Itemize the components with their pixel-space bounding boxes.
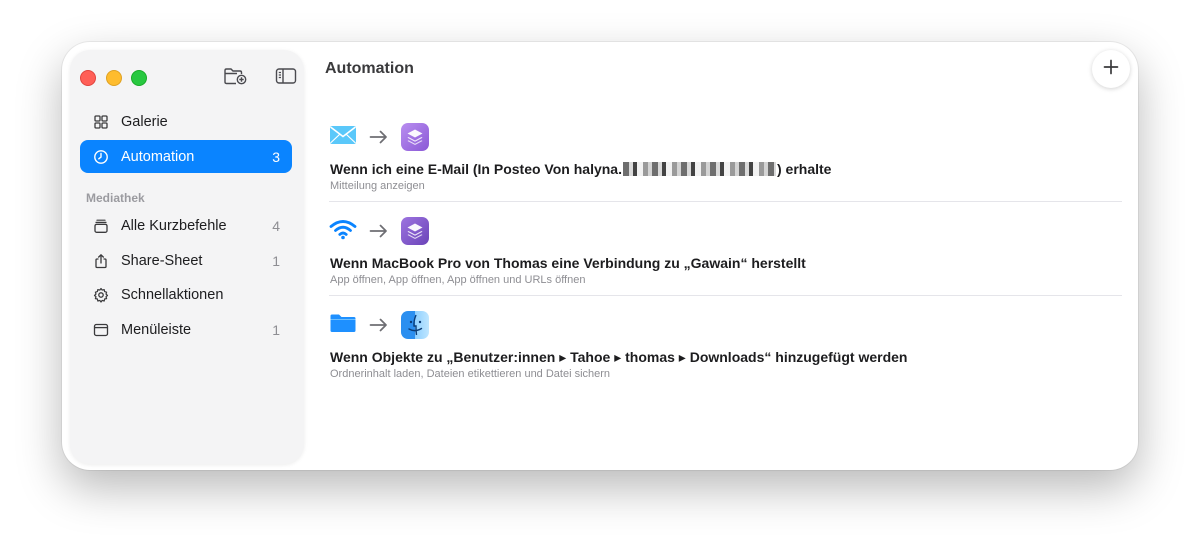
arrow-right-icon: [369, 224, 389, 238]
sidebar-item-label: Schnellaktionen: [121, 286, 224, 303]
finder-app-icon: [401, 311, 429, 339]
sidebar-item-label: Automation: [121, 148, 195, 165]
automation-icons: [329, 216, 429, 246]
grid-icon: [92, 113, 110, 131]
automation-subtitle: Mitteilung anzeigen: [330, 180, 425, 192]
sidebar-item-count: 1: [272, 321, 280, 338]
section-header-mediathek: Mediathek: [86, 191, 145, 205]
redacted-email: [622, 162, 776, 176]
sidebar-item-share-sheet[interactable]: Share-Sheet 1: [80, 244, 292, 277]
shortcuts-app-icon: [401, 217, 429, 245]
sidebar-item-galerie[interactable]: Galerie: [80, 105, 292, 138]
sidebar-item-menueleiste[interactable]: Menüleiste 1: [80, 313, 292, 346]
arrow-right-icon: [369, 318, 389, 332]
folder-plus-icon[interactable]: [223, 66, 247, 86]
folder-icon: [329, 312, 357, 339]
automation-subtitle: Ordnerinhalt laden, Dateien etikettieren…: [330, 368, 611, 380]
minimize-button[interactable]: [106, 70, 122, 86]
share-icon: [92, 252, 110, 270]
sidebar-item-alle-kurzbefehle[interactable]: Alle Kurzbefehle 4: [80, 209, 292, 242]
automation-title: Wenn ich eine E-Mail (In Posteo Von haly…: [330, 161, 831, 177]
gear-icon: [92, 286, 110, 304]
sidebar-item-automation[interactable]: Automation 3: [80, 140, 292, 173]
wifi-icon: [329, 218, 357, 245]
sidebar-item-count: 3: [272, 148, 280, 165]
add-automation-button[interactable]: [1092, 50, 1130, 88]
automation-title: Wenn MacBook Pro von Thomas eine Verbind…: [330, 255, 806, 271]
automation-title-prefix: Wenn ich eine E-Mail (In Posteo Von haly…: [330, 161, 622, 177]
automation-title: Wenn Objekte zu „Benutzer:innen ▸ Tahoe …: [330, 349, 908, 365]
arrow-right-icon: [369, 130, 389, 144]
menubar-icon: [92, 321, 110, 339]
stack-icon: [92, 217, 110, 235]
sidebar: Galerie Automation 3 Mediathek Alle Kurz…: [70, 50, 304, 464]
sidebar-item-schnellaktionen[interactable]: Schnellaktionen: [80, 278, 292, 311]
automation-icons: [329, 310, 429, 340]
plus-icon: [1102, 58, 1120, 81]
shortcuts-app-icon: [401, 123, 429, 151]
automation-icons: [329, 122, 429, 152]
sidebar-item-label: Menüleiste: [121, 321, 192, 338]
automation-title-suffix: ) erhalte: [776, 161, 832, 177]
sidebar-item-label: Alle Kurzbefehle: [121, 217, 227, 234]
close-button[interactable]: [80, 70, 96, 86]
sidebar-item-count: 1: [272, 252, 280, 269]
divider: [329, 201, 1122, 202]
clock-icon: [92, 148, 110, 166]
sidebar-item-count: 4: [272, 217, 280, 234]
divider: [329, 295, 1122, 296]
page-title: Automation: [325, 60, 414, 77]
sidebar-icon[interactable]: [274, 66, 298, 86]
app-window: Galerie Automation 3 Mediathek Alle Kurz…: [62, 42, 1138, 470]
sidebar-item-label: Share-Sheet: [121, 252, 203, 269]
sidebar-item-label: Galerie: [121, 113, 168, 130]
automation-subtitle: App öffnen, App öffnen, App öffnen und U…: [330, 274, 586, 286]
zoom-button[interactable]: [131, 70, 147, 86]
mail-icon: [329, 124, 357, 151]
